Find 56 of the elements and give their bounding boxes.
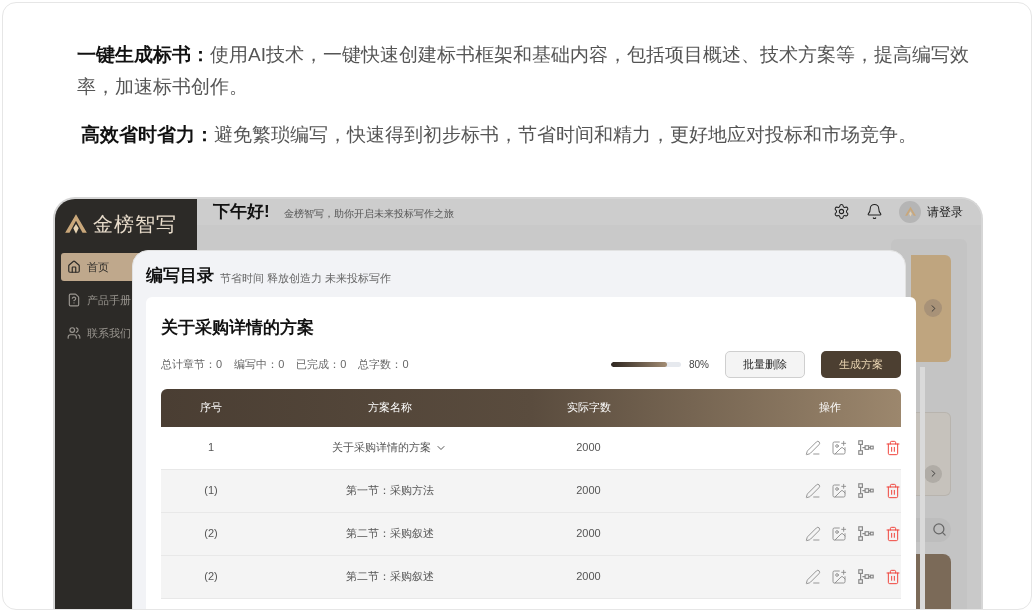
intro-paragraph: 高效省时省力：避免繁琐编写，快速得到初步标书，节省时间和精力，更好地应对投标和市场竞争。 xyxy=(80,123,918,147)
table-cell-text: 第二节：采购叙述 xyxy=(345,526,434,542)
structure-icon[interactable] xyxy=(857,438,875,457)
greeting: 下午好! xyxy=(213,201,270,223)
stat-text: 已完成：0 xyxy=(296,357,347,373)
column-header: 操作 xyxy=(818,400,842,416)
stat-text: 总计章节：0 xyxy=(161,357,223,373)
delete-icon[interactable] xyxy=(885,525,901,542)
edit-icon[interactable] xyxy=(805,439,821,456)
help-icon xyxy=(67,293,81,307)
structure-icon[interactable] xyxy=(857,481,875,500)
table-cell-text: 第二节：采购叙述 xyxy=(345,569,434,585)
sidebar-item[interactable]: 产品手册 xyxy=(61,286,191,314)
edit-icon[interactable] xyxy=(805,568,821,585)
table-cell-text: 第一节：采购方法 xyxy=(345,483,434,499)
column-header: 实际字数 xyxy=(565,400,612,416)
generate-button[interactable]: 生成方案 xyxy=(821,351,901,378)
edit-icon[interactable] xyxy=(805,482,821,499)
table-cell-text: 2000 xyxy=(575,483,602,499)
progress-reading: 80% xyxy=(689,358,709,372)
plan-title: 关于采购详情的方案 xyxy=(161,317,315,339)
search-icon[interactable] xyxy=(932,522,947,537)
table-cell-text: (2) xyxy=(203,526,219,542)
bell-icon[interactable] xyxy=(866,203,883,221)
edit-icon[interactable] xyxy=(805,525,821,542)
users-icon xyxy=(67,326,81,340)
home-icon xyxy=(67,260,81,274)
table-cell-text: (2) xyxy=(203,569,219,585)
delete-icon[interactable] xyxy=(885,568,901,585)
table-cell-text: 关于采购详情的方案 xyxy=(332,440,431,456)
image-plus-icon[interactable] xyxy=(831,568,847,585)
tagline: 金榜智写，助你开启未来投标写作之旅 xyxy=(283,207,454,222)
intro-paragraph: 一键生成标书：使用AI技术，一键快速创建标书框架和基础内容，包括项目概述、技术方案等，提高编写效率，加速标书创作。 xyxy=(77,43,970,99)
image-plus-icon[interactable] xyxy=(831,525,847,542)
table-cell-text: 2000 xyxy=(575,440,602,456)
next-button[interactable] xyxy=(924,299,942,317)
table-cell-text: 2000 xyxy=(575,526,602,542)
delete-icon[interactable] xyxy=(885,482,901,499)
image-plus-icon[interactable] xyxy=(831,439,847,456)
structure-icon[interactable] xyxy=(857,567,875,586)
settings-icon[interactable] xyxy=(833,203,850,221)
logo-text: 金榜智写 xyxy=(93,211,177,238)
table-cell-text: 1 xyxy=(206,440,216,456)
structure-icon[interactable] xyxy=(857,524,875,543)
delete-icon[interactable] xyxy=(885,439,901,456)
batch-delete-button[interactable]: 批量删除 xyxy=(725,351,805,378)
stat-text: 总字数：0 xyxy=(358,357,409,373)
table-cell-text: 2000 xyxy=(575,569,602,585)
image-plus-icon[interactable] xyxy=(831,482,847,499)
column-header: 方案名称 xyxy=(366,400,413,416)
avatar-logo-icon xyxy=(903,205,917,219)
stat-text: 编写中：0 xyxy=(234,357,285,373)
column-header: 序号 xyxy=(199,400,223,416)
dialog-subtitle: 节省时间 释放创造力 未来投标写作 xyxy=(220,271,392,286)
login-link[interactable]: 请登录 xyxy=(927,202,963,221)
table-cell-text: (1) xyxy=(203,483,219,499)
